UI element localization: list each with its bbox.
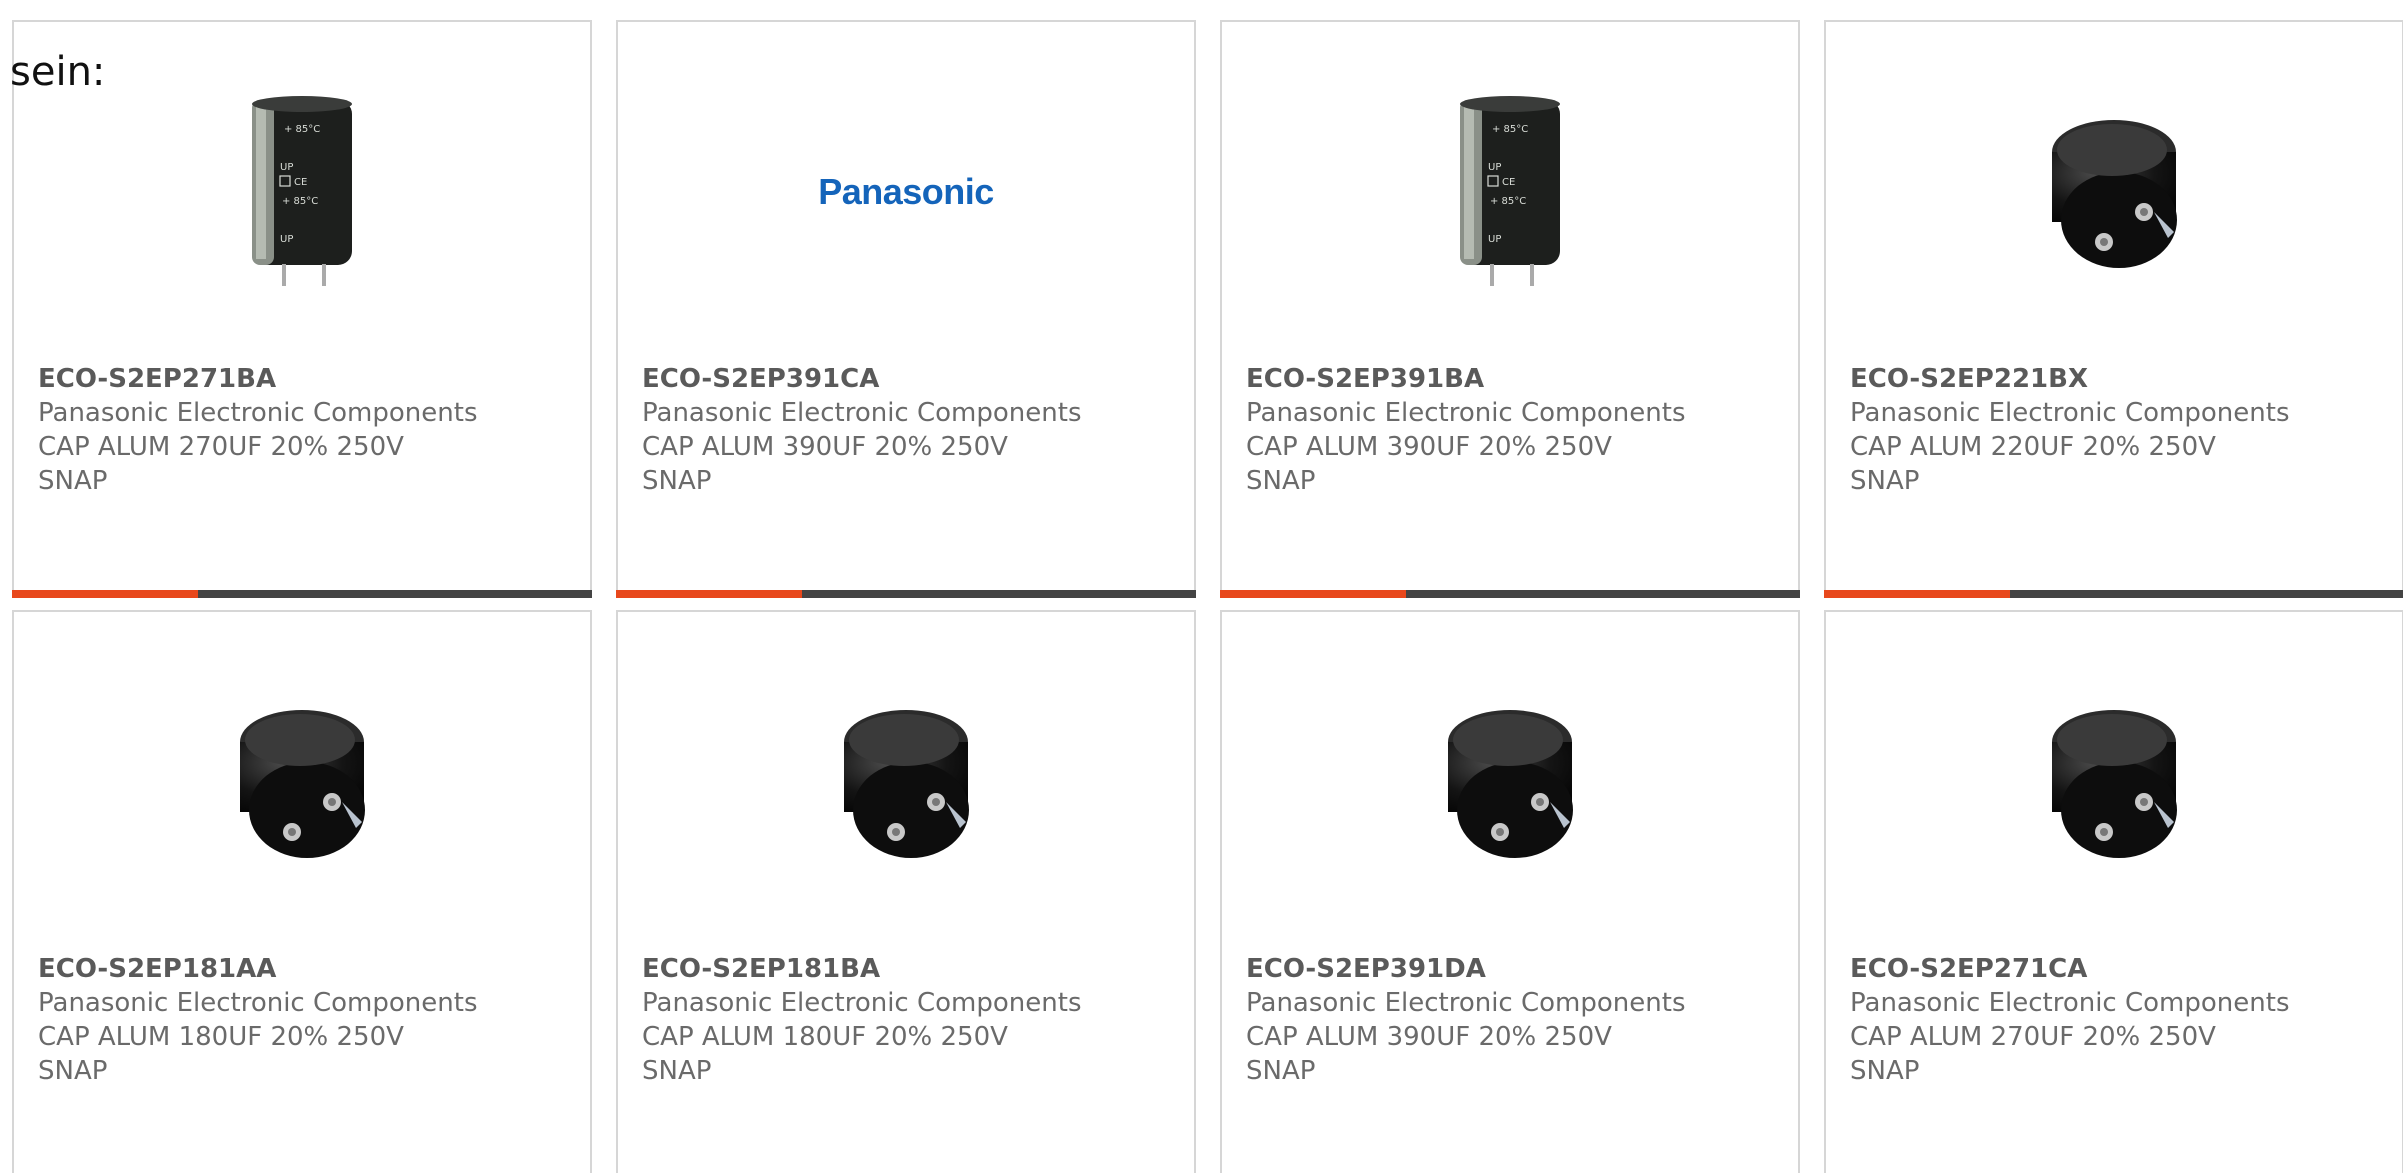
part-number-link[interactable]: ECO-S2EP391CA (642, 362, 1082, 396)
product-image[interactable]: + 85°C UP CE + 85°C UP (14, 92, 590, 292)
product-image[interactable] (1826, 682, 2402, 882)
svg-text:+ 85°C: + 85°C (1490, 196, 1526, 207)
product-info: ECO-S2EP181AA Panasonic Electronic Compon… (38, 952, 478, 1088)
svg-text:CE: CE (294, 177, 307, 188)
product-card[interactable]: ECO-S2EP271CA Panasonic Electronic Compon… (1824, 610, 2403, 1173)
manufacturer: Panasonic Electronic Components (1246, 398, 1686, 428)
product-image[interactable] (1222, 682, 1798, 882)
svg-text:UP: UP (280, 162, 293, 173)
manufacturer: Panasonic Electronic Components (1246, 988, 1686, 1018)
product-card[interactable]: ECO-S2EP181AA Panasonic Electronic Compon… (12, 610, 592, 1173)
product-image[interactable] (1826, 92, 2402, 292)
product-image[interactable] (14, 682, 590, 882)
product-info: ECO-S2EP391DA Panasonic Electronic Compon… (1246, 952, 1686, 1088)
page: sein: + 85°C UP CE + 85°C UP ECO-S2EP271… (0, 0, 2403, 1173)
product-info: ECO-S2EP271BA Panasonic Electronic Compon… (38, 362, 478, 498)
description: CAP ALUM 180UF 20% 250V SNAP (38, 1022, 404, 1086)
panasonic-logo: Panasonic (818, 171, 994, 212)
part-number-link[interactable]: ECO-S2EP391BA (1246, 362, 1686, 396)
product-image[interactable]: Panasonic (618, 92, 1194, 292)
progress-fill (616, 590, 802, 598)
progress-bar (1220, 590, 1800, 598)
product-grid: + 85°C UP CE + 85°C UP ECO-S2EP271BA Pana… (12, 20, 2403, 1173)
product-card[interactable]: ECO-S2EP221BX Panasonic Electronic Compon… (1824, 20, 2403, 598)
progress-fill (1824, 590, 2010, 598)
manufacturer: Panasonic Electronic Components (642, 398, 1082, 428)
part-number-link[interactable]: ECO-S2EP391DA (1246, 952, 1686, 986)
description: CAP ALUM 220UF 20% 250V SNAP (1850, 432, 2216, 496)
svg-text:+ 85°C: + 85°C (282, 196, 318, 207)
manufacturer: Panasonic Electronic Components (1850, 988, 2290, 1018)
svg-text:+ 85°C: + 85°C (1492, 124, 1528, 135)
description: CAP ALUM 270UF 20% 250V SNAP (1850, 1022, 2216, 1086)
progress-bar (12, 590, 592, 598)
description: CAP ALUM 390UF 20% 250V SNAP (642, 432, 1008, 496)
product-info: ECO-S2EP391CA Panasonic Electronic Compon… (642, 362, 1082, 498)
product-info: ECO-S2EP391BA Panasonic Electronic Compon… (1246, 362, 1686, 498)
product-info: ECO-S2EP271CA Panasonic Electronic Compon… (1850, 952, 2290, 1088)
description: CAP ALUM 180UF 20% 250V SNAP (642, 1022, 1008, 1086)
manufacturer: Panasonic Electronic Components (1850, 398, 2290, 428)
product-info: ECO-S2EP221BX Panasonic Electronic Compon… (1850, 362, 2290, 498)
manufacturer: Panasonic Electronic Components (642, 988, 1082, 1018)
part-number-link[interactable]: ECO-S2EP181AA (38, 952, 478, 986)
svg-text:UP: UP (1488, 162, 1501, 173)
product-card[interactable]: Panasonic ECO-S2EP391CA Panasonic Electron… (616, 20, 1196, 598)
progress-bar (616, 590, 1196, 598)
description: CAP ALUM 390UF 20% 250V SNAP (1246, 432, 1612, 496)
svg-text:+ 85°C: + 85°C (284, 124, 320, 135)
part-number-link[interactable]: ECO-S2EP181BA (642, 952, 1082, 986)
svg-text:UP: UP (1488, 234, 1501, 245)
progress-fill (12, 590, 198, 598)
product-card[interactable]: + 85°C UP CE + 85°C UP ECO-S2EP391BA Pana… (1220, 20, 1800, 598)
product-image[interactable]: + 85°C UP CE + 85°C UP (1222, 92, 1798, 292)
product-card[interactable]: ECO-S2EP391DA Panasonic Electronic Compon… (1220, 610, 1800, 1173)
intro-text: sein: (10, 49, 106, 95)
product-card[interactable]: ECO-S2EP181BA Panasonic Electronic Compon… (616, 610, 1196, 1173)
product-card[interactable]: + 85°C UP CE + 85°C UP ECO-S2EP271BA Pana… (12, 20, 592, 598)
part-number-link[interactable]: ECO-S2EP271CA (1850, 952, 2290, 986)
svg-text:CE: CE (1502, 177, 1515, 188)
description: CAP ALUM 390UF 20% 250V SNAP (1246, 1022, 1612, 1086)
manufacturer: Panasonic Electronic Components (38, 988, 478, 1018)
part-number-link[interactable]: ECO-S2EP221BX (1850, 362, 2290, 396)
description: CAP ALUM 270UF 20% 250V SNAP (38, 432, 404, 496)
part-number-link[interactable]: ECO-S2EP271BA (38, 362, 478, 396)
progress-fill (1220, 590, 1406, 598)
manufacturer: Panasonic Electronic Components (38, 398, 478, 428)
product-info: ECO-S2EP181BA Panasonic Electronic Compon… (642, 952, 1082, 1088)
svg-text:UP: UP (280, 234, 293, 245)
progress-bar (1824, 590, 2403, 598)
product-image[interactable] (618, 682, 1194, 882)
